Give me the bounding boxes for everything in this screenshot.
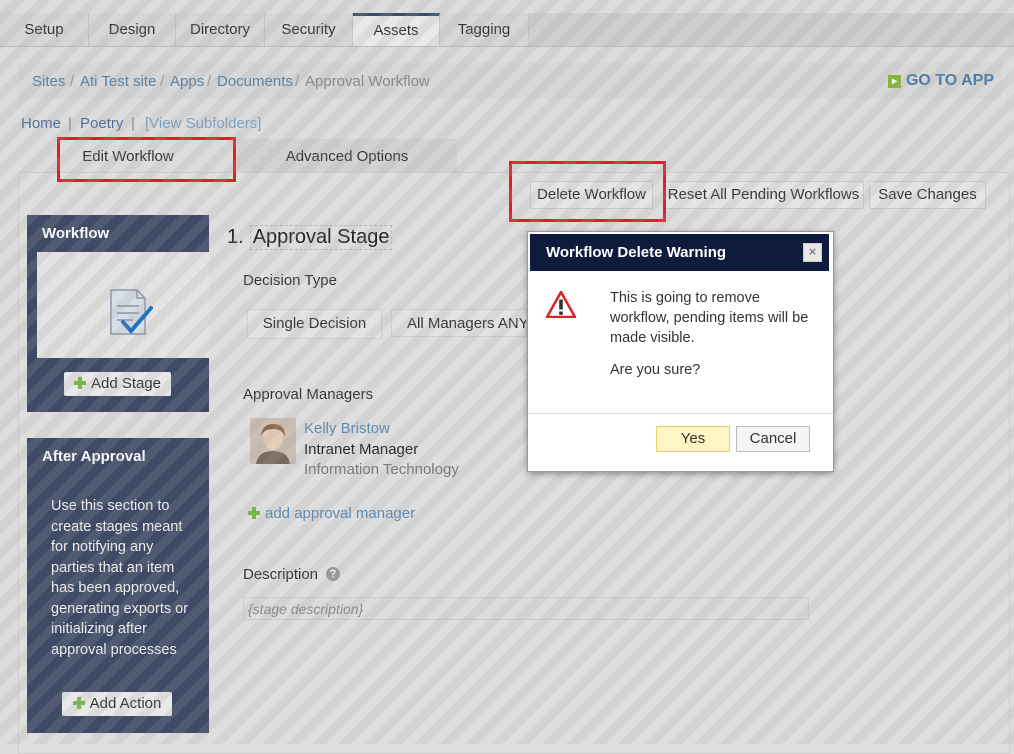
plus-icon (72, 697, 85, 709)
avatar (250, 418, 296, 464)
go-to-app-link[interactable]: ▸ GO TO APP (887, 72, 994, 90)
arrow-right-icon: ▸ (887, 75, 901, 88)
breadcrumb-sites[interactable]: Sites (32, 73, 65, 90)
subnav-poetry[interactable]: Poetry (80, 115, 123, 132)
top-nav: Setup Design Directory Security Assets T… (0, 13, 1014, 47)
delete-warning-dialog: Workflow Delete Warning × This is going … (527, 231, 834, 472)
breadcrumb-current: Approval Workflow (305, 73, 430, 90)
breadcrumb-separator: / (70, 73, 75, 90)
plus-icon (73, 377, 86, 389)
breadcrumb-separator: / (160, 73, 165, 90)
tab-directory[interactable]: Directory (176, 13, 265, 46)
breadcrumb: Sites / Ati Test site / Apps / Documents… (18, 63, 1002, 99)
stage-number: 1. (227, 226, 244, 248)
description-input[interactable]: {stage description} (243, 597, 809, 620)
workflow-box-title: Workflow (42, 225, 110, 242)
close-icon[interactable]: × (803, 243, 822, 262)
tab-design[interactable]: Design (89, 13, 176, 46)
dialog-question: Are you sure? (610, 362, 701, 378)
dialog-header: Workflow Delete Warning × (530, 234, 829, 271)
breadcrumb-documents[interactable]: Documents (217, 73, 293, 90)
person-icon (250, 418, 296, 464)
subnav-divider: | (68, 115, 72, 132)
manager-department: Information Technology (304, 461, 459, 478)
yes-button[interactable]: Yes (656, 426, 730, 452)
stage-title-field[interactable]: Approval Stage (249, 225, 393, 250)
after-approval-title: After Approval (42, 448, 146, 465)
all-managers-option[interactable]: All Managers ANY (391, 309, 527, 337)
after-approval-box: After Approval Use this section to creat… (27, 438, 209, 733)
tab-advanced-options[interactable]: Advanced Options (237, 139, 457, 172)
dialog-divider (528, 413, 833, 414)
breadcrumb-site[interactable]: Ati Test site (80, 73, 156, 90)
highlight-delete-workflow (509, 161, 666, 222)
breadcrumb-apps[interactable]: Apps (170, 73, 204, 90)
workflow-box: Workflow Add Stage (27, 215, 209, 412)
subnav-home[interactable]: Home (21, 115, 61, 132)
approval-managers-label: Approval Managers (243, 386, 374, 403)
help-icon[interactable]: ? (326, 567, 341, 581)
description-section: Description? (243, 566, 341, 583)
stage-heading: 1. Approval Stage (227, 225, 393, 250)
decision-type-label: Decision Type (243, 272, 337, 289)
go-to-app-label: GO TO APP (905, 72, 994, 89)
cancel-button[interactable]: Cancel (736, 426, 810, 452)
breadcrumb-separator: / (207, 73, 212, 90)
description-label: Description (243, 566, 319, 583)
warning-icon (546, 291, 576, 318)
dialog-title: Workflow Delete Warning (546, 244, 727, 261)
subnav-divider: | (131, 115, 135, 132)
breadcrumb-separator: / (295, 73, 300, 90)
tab-assets[interactable]: Assets (353, 13, 440, 46)
document-check-icon (110, 289, 153, 335)
highlight-edit-workflow (57, 137, 236, 182)
manager-title: Intranet Manager (304, 441, 419, 458)
tab-setup[interactable]: Setup (0, 13, 89, 46)
tab-tagging[interactable]: Tagging (440, 13, 529, 46)
add-stage-button[interactable]: Add Stage (64, 372, 171, 396)
tab-security[interactable]: Security (265, 13, 353, 46)
manager-name-link[interactable]: Kelly Bristow (304, 420, 390, 437)
add-action-label: Add Action (89, 695, 162, 712)
after-approval-text: Use this section to create stages meant … (51, 498, 189, 658)
dialog-message: This is going to remove workflow, pendin… (610, 290, 809, 346)
workflow-image (37, 252, 209, 358)
single-decision-option[interactable]: Single Decision (247, 309, 382, 339)
add-approval-manager-link[interactable]: add approval manager (248, 505, 415, 522)
add-approval-manager-label: add approval manager (265, 505, 416, 522)
subnav-view-subfolders[interactable]: [View Subfolders] (145, 115, 261, 132)
plus-icon (248, 507, 260, 519)
reset-pending-workflows-button[interactable]: Reset All Pending Workflows (663, 181, 864, 209)
add-stage-label: Add Stage (90, 375, 162, 392)
save-changes-button[interactable]: Save Changes (869, 181, 986, 209)
add-action-button[interactable]: Add Action (62, 692, 172, 716)
